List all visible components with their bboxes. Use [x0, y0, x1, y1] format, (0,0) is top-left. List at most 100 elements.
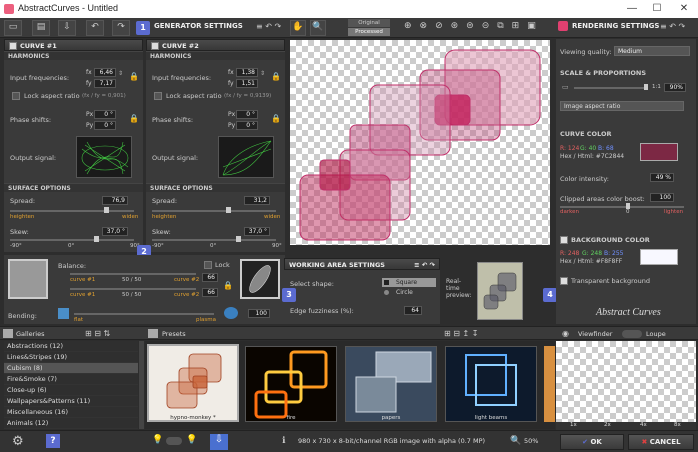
- curve1-spread-slider[interactable]: [10, 210, 134, 212]
- galleries-scrollbar[interactable]: [139, 341, 144, 429]
- zoom-2x[interactable]: 2x: [604, 422, 611, 428]
- gallery-item[interactable]: Animals (12): [4, 418, 138, 429]
- gallery-item[interactable]: Wallpapers&Patterns (11): [4, 396, 138, 407]
- curve2-color-preview[interactable]: [240, 259, 280, 299]
- curve1-fx-input[interactable]: 6,46: [94, 68, 116, 77]
- curve2-spread-input[interactable]: 31,2: [244, 196, 270, 205]
- curve1-skew-input[interactable]: 37,0 °: [102, 227, 128, 236]
- curve2-skew-thumb[interactable]: [236, 236, 241, 242]
- curve2-spread-slider[interactable]: [152, 210, 276, 212]
- main-canvas[interactable]: [290, 40, 550, 245]
- shape-circle-option[interactable]: Circle: [396, 289, 413, 296]
- bg-color-swatch[interactable]: [640, 249, 678, 265]
- zoom-tool-icon[interactable]: 🔍: [310, 20, 326, 36]
- transparent-bg-checkbox[interactable]: [560, 277, 568, 285]
- presets-tools-icon[interactable]: ⊞ ⊟ ↥ ↧: [444, 329, 478, 338]
- bending-slider[interactable]: [74, 313, 214, 315]
- preset-thumb-partial[interactable]: [544, 346, 555, 422]
- preset-thumb-fire[interactable]: [245, 346, 337, 422]
- undo-icon[interactable]: ↶: [86, 20, 104, 36]
- hand-tool-icon[interactable]: ✋: [290, 20, 306, 36]
- gallery-item[interactable]: Abstractions (12): [4, 341, 138, 352]
- settings-gear-icon[interactable]: ⚙: [12, 434, 24, 449]
- view-tools-icon[interactable]: ⊕⊗⊘⊛⊜⊝⧉⊞▣: [404, 21, 544, 31]
- gallery-item[interactable]: Lines&Stripes (19): [4, 352, 138, 363]
- ok-button[interactable]: ✔ OK: [560, 434, 624, 450]
- bulb-icon[interactable]: 💡: [152, 435, 163, 445]
- curve2-fy-input[interactable]: 1,51: [236, 79, 258, 88]
- curve2-px-input[interactable]: 0 °: [236, 110, 258, 119]
- rendering-menu-icon[interactable]: ≡ ↶ ↷: [660, 22, 685, 31]
- aspect-ratio-select[interactable]: Image aspect ratio: [560, 101, 684, 111]
- download-icon[interactable]: ⇩: [210, 434, 228, 450]
- viewfinder-area[interactable]: [556, 341, 696, 422]
- viewfinder-tab[interactable]: Viewfinder: [578, 330, 612, 338]
- curve1-lock-icon[interactable]: 🔒: [129, 72, 139, 81]
- curve2-enable-checkbox[interactable]: [151, 42, 159, 50]
- galleries-tools-icon[interactable]: ⊞ ⊟ ⇅: [85, 329, 110, 338]
- curve2-spread-thumb[interactable]: [226, 207, 231, 213]
- minimize-button[interactable]: —: [620, 2, 644, 16]
- balance1-input[interactable]: 66: [202, 273, 218, 282]
- preset-thumb-papers[interactable]: [345, 346, 437, 422]
- scale-slider[interactable]: [574, 87, 648, 89]
- lighting-toggle[interactable]: [166, 437, 182, 445]
- curve1-color-preview[interactable]: [8, 259, 48, 299]
- balance-lock-icon[interactable]: 🔒: [223, 281, 233, 290]
- curve2-skew-slider[interactable]: [152, 239, 276, 241]
- curve1-lock-ratio-checkbox[interactable]: [12, 92, 20, 100]
- preset-thumb-hypno-monkey[interactable]: [147, 344, 239, 422]
- scale-input[interactable]: 90%: [664, 83, 686, 92]
- curve1-enable-checkbox[interactable]: [9, 42, 17, 50]
- gallery-item[interactable]: Miscellaneous (16): [4, 407, 138, 418]
- new-file-icon[interactable]: ▭: [4, 20, 22, 36]
- preset-thumb-light-beams[interactable]: [445, 346, 537, 422]
- curve2-py-input[interactable]: 0 °: [236, 121, 258, 130]
- curve1-spread-thumb[interactable]: [104, 207, 109, 213]
- panel-menu-icon[interactable]: ≡ ↶ ↷: [256, 22, 281, 31]
- loupe-tab[interactable]: Loupe: [646, 330, 666, 338]
- zoom-4x[interactable]: 4x: [640, 422, 647, 428]
- balance2-slider[interactable]: [70, 288, 196, 290]
- edge-fuzziness-input[interactable]: 64: [404, 306, 422, 315]
- curve1-px-input[interactable]: 0 °: [94, 110, 116, 119]
- curve2-lock-ratio-checkbox[interactable]: [154, 92, 162, 100]
- curve-color-swatch[interactable]: [640, 143, 678, 161]
- balance1-slider[interactable]: [70, 273, 196, 275]
- curve1-skew-slider[interactable]: [10, 239, 134, 241]
- bending-input[interactable]: 100: [248, 309, 270, 318]
- curve1-fy-input[interactable]: 7,17: [94, 79, 116, 88]
- close-button[interactable]: ✕: [672, 2, 696, 16]
- curve2-skew-input[interactable]: 37,0 °: [244, 227, 270, 236]
- scale-thumb[interactable]: [644, 84, 648, 90]
- bulb-on-icon[interactable]: 💡: [186, 435, 197, 445]
- help-icon[interactable]: ?: [46, 434, 60, 448]
- processed-toggle[interactable]: Processed: [348, 28, 390, 36]
- gallery-item[interactable]: Cubism (8): [4, 363, 138, 374]
- color-intensity-input[interactable]: 49 %: [650, 173, 674, 182]
- save-icon[interactable]: ⇩: [58, 20, 76, 36]
- shape-square-option[interactable]: Square: [382, 278, 436, 287]
- cancel-button[interactable]: ✖ CANCEL: [628, 434, 694, 450]
- curve2-phase-lock-icon[interactable]: 🔒: [271, 114, 281, 123]
- curve1-phase-lock-icon[interactable]: 🔒: [129, 114, 139, 123]
- viewing-quality-select[interactable]: Medium: [614, 46, 690, 56]
- scale-shrink-icon[interactable]: ▭: [562, 83, 569, 91]
- working-area-menu-icon[interactable]: ≡ ↶ ↷: [414, 259, 439, 271]
- redo-icon[interactable]: ↷: [112, 20, 130, 36]
- curve1-spread-input[interactable]: 76,9: [102, 196, 128, 205]
- background-color-checkbox[interactable]: [560, 236, 568, 244]
- curve2-lock-icon[interactable]: 🔒: [271, 72, 281, 81]
- curve1-py-input[interactable]: 0 °: [94, 121, 116, 130]
- zoom-8x[interactable]: 8x: [674, 422, 681, 428]
- viewfinder-loupe-toggle[interactable]: [622, 330, 642, 338]
- balance2-input[interactable]: 66: [202, 288, 218, 297]
- gallery-item[interactable]: Close-up (6): [4, 385, 138, 396]
- balance-lock-checkbox[interactable]: [204, 261, 212, 269]
- curve1-skew-thumb[interactable]: [94, 236, 99, 242]
- zoom-1x[interactable]: 1x: [570, 422, 577, 428]
- original-toggle[interactable]: Original: [348, 19, 390, 27]
- gallery-item[interactable]: Fire&Smoke (7): [4, 374, 138, 385]
- curve2-freq-spinner[interactable]: ⇕: [260, 70, 268, 86]
- scale-ratio-label[interactable]: 1:1: [652, 84, 661, 90]
